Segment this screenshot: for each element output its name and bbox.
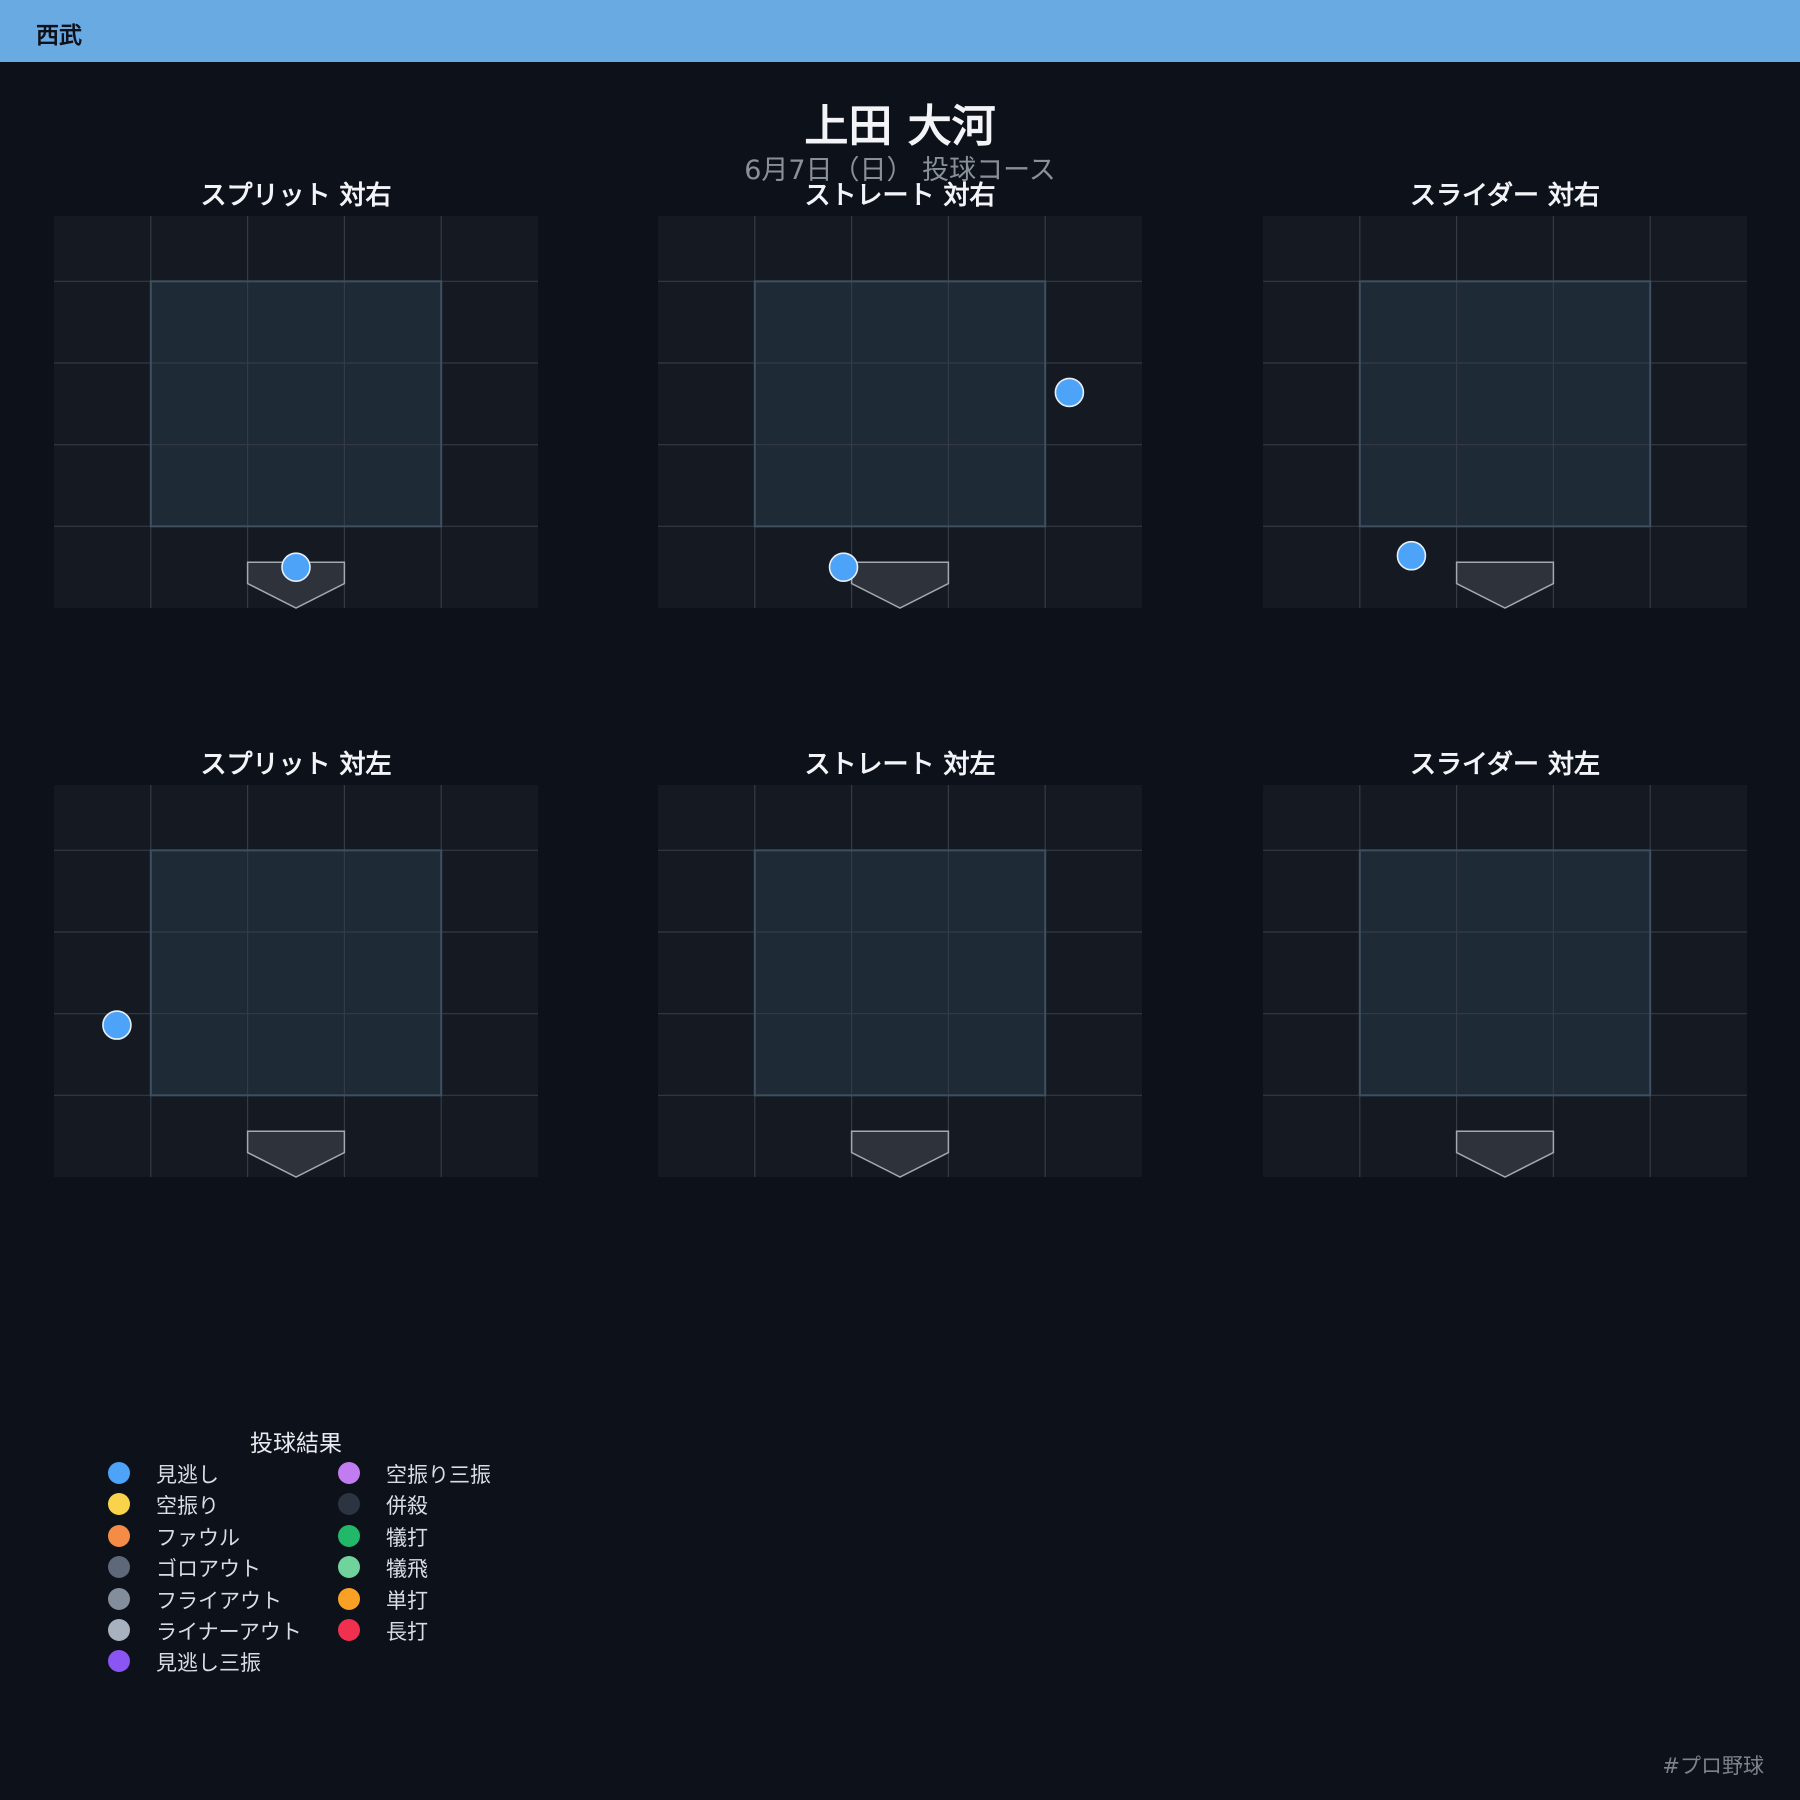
legend-label: ファウル [156,1525,240,1550]
panel-title: スプリット 対右 [200,181,391,211]
legend-color-dot [108,1619,130,1641]
legend-title: 投球結果 [250,1431,342,1457]
legend-label: ライナーアウト [156,1620,302,1644]
legend-color-dot [338,1619,360,1641]
panel-title: ストレート 対左 [804,750,995,780]
legend-color-dot [108,1524,130,1547]
zone-panel: スライダー 対右 [1263,180,1747,609]
panel-title: ストレート 対右 [804,181,995,211]
zone-panel: スプリット 対右 [54,181,538,609]
legend-label: 併殺 [386,1494,428,1519]
legend-label: ゴロアウト [156,1557,261,1582]
panel-title: スプリット 対左 [200,750,391,780]
panel-title: スライダー 対右 [1410,180,1600,211]
hashtag: #プロ野球 [1662,1754,1764,1778]
pitch-point [828,552,859,582]
legend-color-dot [338,1587,360,1610]
legend-label: 犠打 [386,1525,428,1550]
pitch-point [281,552,311,582]
strike-zone [150,281,442,527]
legend-label: 空振り [156,1494,219,1519]
strike-zone [1359,281,1651,527]
legend-label: 単打 [386,1588,428,1613]
legend-label: 見逃し三振 [156,1651,261,1676]
zone-panel: ストレート 対右 [658,181,1142,609]
legend-color-dot [338,1524,360,1547]
panel-title: スライダー 対左 [1410,749,1600,780]
legend-color-dot [108,1462,130,1484]
legend-label: 長打 [386,1620,428,1644]
strike-zone [150,850,442,1096]
legend-label: 空振り三振 [386,1463,491,1487]
pitch-point [102,1010,132,1040]
legend-label: フライアウト [156,1588,282,1613]
legend-label: 見逃し [156,1463,219,1487]
pitch-point [1396,540,1427,571]
strike-zone [754,281,1046,527]
legend-label: 犠飛 [386,1557,428,1582]
legend-color-dot [108,1587,130,1610]
strike-zone [754,850,1046,1096]
zone-panel: スライダー 対左 [1263,749,1747,1178]
legend-color-dot [338,1462,360,1484]
strike-zone [1359,850,1651,1096]
pitch-zone-charts: スプリット 対右 ストレート 対右 スライダー 対右スプリット 対左 ストレート 対左… [54,180,1747,1178]
pitch-point [1054,377,1085,408]
zone-panel: ストレート 対左 [658,750,1142,1178]
zone-panel: スプリット 対左 [54,750,538,1178]
